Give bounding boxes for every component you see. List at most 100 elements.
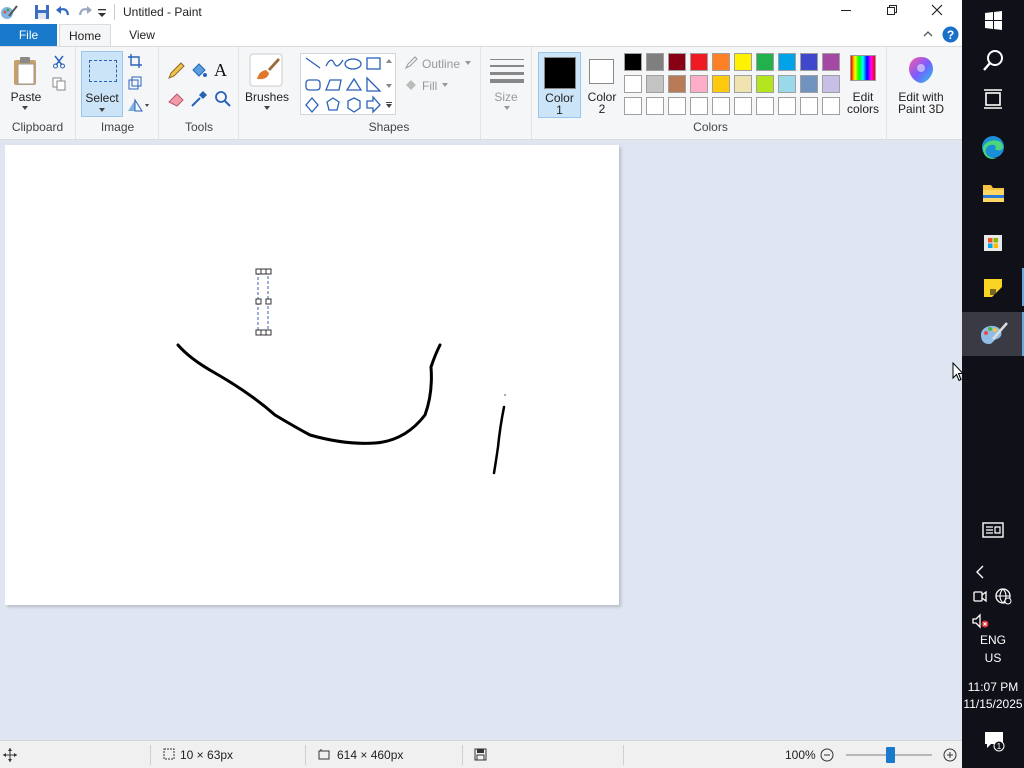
zoom-slider-thumb[interactable]: [885, 747, 895, 763]
undo-icon[interactable]: [54, 3, 72, 21]
palette-swatch[interactable]: [712, 75, 730, 93]
edit-colors-button[interactable]: Edit colors: [842, 51, 882, 117]
palette-swatch[interactable]: [778, 97, 796, 115]
volume-muted-icon[interactable]: [970, 611, 990, 631]
palette-swatch[interactable]: [646, 97, 664, 115]
palette-swatch[interactable]: [646, 53, 664, 71]
stray-dot: [504, 394, 506, 396]
task-view-icon[interactable]: [973, 82, 1013, 118]
fill-label[interactable]: Fill: [422, 79, 437, 93]
fill-icon[interactable]: [404, 78, 418, 92]
sticky-notes-icon[interactable]: [973, 270, 1013, 306]
language-line2[interactable]: US: [962, 651, 1024, 665]
palette-swatch[interactable]: [690, 75, 708, 93]
palette-swatch[interactable]: [756, 53, 774, 71]
windows-start-icon[interactable]: [973, 3, 1013, 39]
crop-icon[interactable]: [128, 54, 142, 68]
palette-swatch[interactable]: [646, 75, 664, 93]
palette-swatch[interactable]: [822, 53, 840, 71]
redo-icon[interactable]: [76, 3, 94, 21]
tab-view[interactable]: View: [114, 24, 170, 46]
store-icon[interactable]: [973, 223, 1013, 259]
notifications-icon[interactable]: 1: [982, 728, 1006, 752]
pencil-icon[interactable]: [167, 62, 185, 80]
tab-home[interactable]: Home: [59, 24, 111, 47]
palette-swatch[interactable]: [712, 53, 730, 71]
search-icon[interactable]: [973, 43, 1013, 79]
drawing-canvas[interactable]: [5, 145, 619, 605]
color1-button[interactable]: Color 1: [538, 52, 581, 118]
palette-swatch[interactable]: [624, 97, 642, 115]
network-icon[interactable]: [993, 586, 1013, 606]
edit-with-paint3d-button[interactable]: Edit with Paint 3D: [890, 47, 952, 139]
shapes-scroll-icon[interactable]: [386, 58, 392, 108]
title-bar: Untitled - Paint: [0, 0, 962, 24]
palette-swatch[interactable]: [668, 97, 686, 115]
tab-file[interactable]: File: [0, 24, 57, 46]
edge-icon[interactable]: [973, 129, 1013, 165]
paste-dropdown-icon[interactable]: [21, 105, 29, 111]
clock-date[interactable]: 11/15/2025: [962, 697, 1024, 711]
taskbar-paint-active[interactable]: [962, 312, 1024, 356]
brushes-button[interactable]: Brushes: [240, 47, 296, 139]
resize-icon[interactable]: [128, 76, 142, 90]
show-hidden-icons-icon[interactable]: [974, 563, 986, 581]
help-icon[interactable]: ?: [942, 26, 959, 43]
minimize-button[interactable]: [823, 0, 869, 24]
news-widget-icon[interactable]: [973, 512, 1013, 548]
clock-time[interactable]: 11:07 PM: [962, 680, 1024, 694]
palette-swatch[interactable]: [712, 97, 730, 115]
customize-toolbar-icon[interactable]: [96, 3, 108, 21]
file-explorer-icon[interactable]: [973, 175, 1013, 211]
size-label: Size: [494, 90, 518, 104]
palette-swatch[interactable]: [822, 75, 840, 93]
palette-swatch[interactable]: [624, 75, 642, 93]
palette-swatch[interactable]: [690, 97, 708, 115]
zoom-out-icon[interactable]: [820, 748, 834, 762]
palette-swatch[interactable]: [734, 97, 752, 115]
palette-swatch[interactable]: [800, 75, 818, 93]
text-tool-icon[interactable]: A: [214, 60, 227, 81]
palette-swatch[interactable]: [734, 75, 752, 93]
fill-dropdown-icon[interactable]: [442, 83, 448, 87]
select-button[interactable]: Select: [81, 51, 123, 117]
outline-dropdown-icon[interactable]: [465, 61, 471, 65]
zoom-slider[interactable]: [846, 747, 932, 763]
collapse-ribbon-icon[interactable]: [922, 29, 934, 39]
paste-icon[interactable]: [12, 56, 40, 86]
outline-icon[interactable]: [404, 56, 418, 70]
palette-swatch[interactable]: [778, 75, 796, 93]
meet-now-icon[interactable]: [970, 586, 990, 606]
brushes-dropdown-icon: [264, 106, 270, 110]
eraser-icon[interactable]: [167, 90, 185, 108]
palette-swatch[interactable]: [756, 97, 774, 115]
palette-swatch[interactable]: [668, 53, 686, 71]
color2-button[interactable]: Color 2: [584, 52, 620, 118]
palette-swatch[interactable]: [734, 53, 752, 71]
restore-button[interactable]: [869, 0, 915, 24]
palette-swatch[interactable]: [822, 97, 840, 115]
rotate-icon[interactable]: [127, 98, 151, 112]
shapes-gallery[interactable]: [300, 53, 396, 115]
tools-group: A Tools: [160, 47, 239, 139]
palette-swatch[interactable]: [778, 53, 796, 71]
fill-bucket-icon[interactable]: [190, 62, 208, 80]
palette-swatch[interactable]: [690, 53, 708, 71]
size-button[interactable]: Size: [482, 47, 532, 139]
outline-label[interactable]: Outline: [422, 57, 460, 71]
language-line1[interactable]: ENG: [962, 633, 1024, 647]
palette-swatch[interactable]: [756, 75, 774, 93]
copy-icon[interactable]: [52, 77, 66, 91]
color-picker-icon[interactable]: [190, 90, 208, 108]
cut-icon[interactable]: [52, 55, 66, 69]
palette-swatch[interactable]: [800, 97, 818, 115]
magnifier-icon[interactable]: [214, 90, 232, 108]
status-divider: [462, 745, 463, 765]
palette-swatch[interactable]: [624, 53, 642, 71]
paste-label[interactable]: Paste: [8, 91, 44, 103]
close-button[interactable]: [914, 0, 960, 24]
save-icon[interactable]: [33, 3, 51, 21]
palette-swatch[interactable]: [668, 75, 686, 93]
zoom-in-icon[interactable]: [943, 748, 957, 762]
palette-swatch[interactable]: [800, 53, 818, 71]
